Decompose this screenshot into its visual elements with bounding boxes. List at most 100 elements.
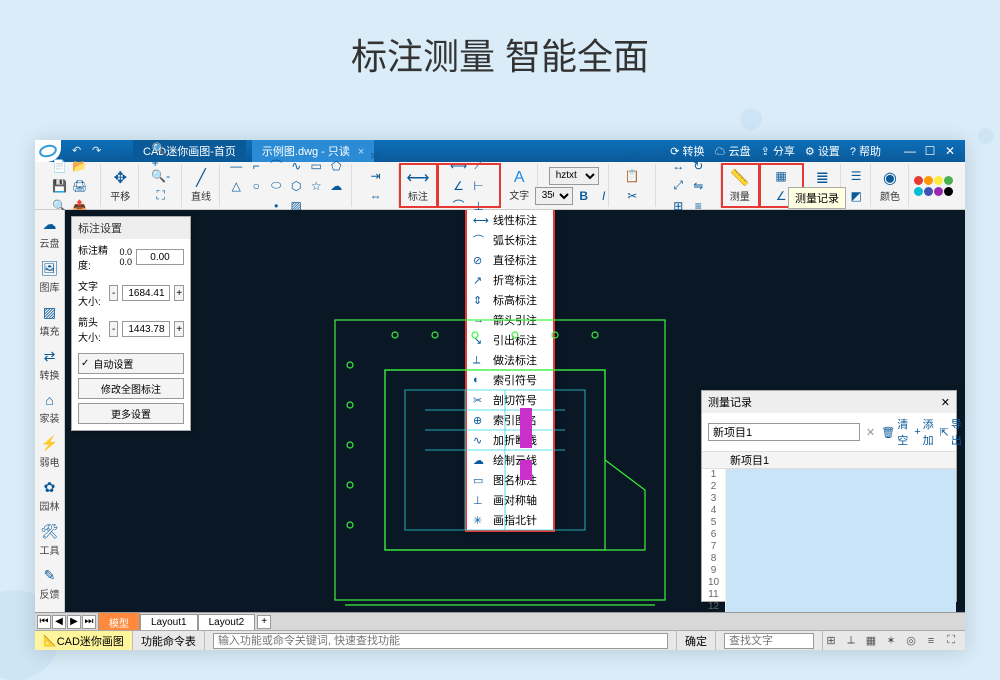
sheet-add-icon[interactable]: + xyxy=(257,615,271,629)
close-button[interactable]: ✕ xyxy=(941,144,959,158)
find-text-input[interactable] xyxy=(724,633,814,649)
arrow-size-dec[interactable]: - xyxy=(109,321,119,337)
sheet-first-icon[interactable]: ⏮ xyxy=(37,615,51,629)
measure-row[interactable]: 7 xyxy=(702,541,956,553)
ok-button[interactable]: 确定 xyxy=(677,631,716,650)
shape-ellipse-icon[interactable]: ⬭ xyxy=(267,177,285,195)
text-size-dec[interactable]: - xyxy=(109,285,119,301)
layer-iso-icon[interactable]: ◩ xyxy=(847,187,865,205)
text-size-input[interactable] xyxy=(122,285,170,301)
print-icon[interactable]: 🖨 xyxy=(71,177,89,195)
arrow-size-inc[interactable]: + xyxy=(174,321,184,337)
export-button[interactable]: ⇱ 导出 xyxy=(940,416,962,448)
dim-aligned-icon[interactable]: ⟋ xyxy=(470,157,488,175)
font-size-select[interactable]: 350 xyxy=(535,187,573,205)
measure-row[interactable]: 10 xyxy=(702,577,956,589)
rail-item-家装[interactable]: ⌂家装 xyxy=(40,392,60,425)
shape-cloud-icon[interactable]: ☁ xyxy=(327,177,345,195)
maximize-button[interactable]: ☐ xyxy=(921,144,939,158)
help-link[interactable]: ? 帮助 xyxy=(850,143,881,159)
precision-input[interactable] xyxy=(136,249,184,265)
measure-row[interactable]: 9 xyxy=(702,565,956,577)
menu-item-标高标注[interactable]: ⇕标高标注 xyxy=(467,290,553,310)
measure-row[interactable]: 3 xyxy=(702,493,956,505)
project-name-input[interactable] xyxy=(708,423,860,441)
measure-row[interactable]: 1 xyxy=(702,469,956,481)
dim-angular-icon[interactable]: ∠ xyxy=(450,177,468,195)
snap-toggle-icon[interactable]: ⊞ xyxy=(823,633,839,649)
rail-item-云盘[interactable]: ☁云盘 xyxy=(40,216,60,250)
close-measure-panel-icon[interactable]: ✕ xyxy=(941,396,950,409)
measure-row[interactable]: 11 xyxy=(702,589,956,601)
new-icon[interactable]: 📄 xyxy=(51,157,69,175)
zoom-in-icon[interactable]: 🔍+ xyxy=(152,147,170,165)
tab-model[interactable]: 模型 xyxy=(98,612,140,632)
auto-settings-button[interactable]: ✓ 自动设置 xyxy=(78,353,184,374)
open-icon[interactable]: 📂 xyxy=(71,157,89,175)
clear-project-icon[interactable]: ✕ xyxy=(866,426,875,439)
rail-item-工具[interactable]: 🛠工具 xyxy=(40,523,60,557)
undo-icon[interactable]: ↶ xyxy=(72,144,86,158)
shape-arc-icon[interactable]: ⌒ xyxy=(267,157,285,175)
dim-linear-icon[interactable]: ⟷ xyxy=(450,157,468,175)
shape-circle-icon[interactable]: ○ xyxy=(247,177,265,195)
rail-item-图库[interactable]: 🖼图库 xyxy=(40,260,60,294)
rail-item-填充[interactable]: ▨填充 xyxy=(40,304,60,338)
modify-all-button[interactable]: 修改全图标注 xyxy=(78,378,184,399)
text-tool[interactable]: A文字 xyxy=(505,165,533,207)
measure-tool[interactable]: 📏测量 xyxy=(726,165,754,207)
add-button[interactable]: + 添加 xyxy=(914,416,933,448)
save-icon[interactable]: 💾 xyxy=(51,177,69,195)
paste-icon[interactable]: 📋 xyxy=(623,167,641,185)
shape-triangle-icon[interactable]: △ xyxy=(227,177,245,195)
rail-item-反馈[interactable]: ✎反馈 xyxy=(40,567,60,601)
cut-icon[interactable]: ✂ xyxy=(623,187,641,205)
mirror-icon[interactable]: ⇋ xyxy=(689,177,707,195)
color-palette-2[interactable] xyxy=(914,187,953,196)
more-settings-button[interactable]: 更多设置 xyxy=(78,403,184,424)
measure-row[interactable]: 12 xyxy=(702,601,956,612)
measure-row[interactable]: 8 xyxy=(702,553,956,565)
sheet-next-icon[interactable]: ▶ xyxy=(67,615,81,629)
menu-item-折弯标注[interactable]: ↗折弯标注 xyxy=(467,270,553,290)
cmd-table-link[interactable]: 功能命令表 xyxy=(133,631,205,650)
cloud-link[interactable]: ☁ 云盘 xyxy=(715,143,751,159)
shape-line-icon[interactable]: — xyxy=(227,157,245,175)
fullscreen-icon[interactable]: ⛶ xyxy=(943,633,959,649)
menu-item-直径标注[interactable]: ⊘直径标注 xyxy=(467,250,553,270)
shape-star-icon[interactable]: ☆ xyxy=(307,177,325,195)
shape-poly-icon[interactable]: ⬠ xyxy=(327,157,345,175)
grid-toggle-icon[interactable]: ▦ xyxy=(863,633,879,649)
lineweight-toggle-icon[interactable]: ≡ xyxy=(923,633,939,649)
color-palette[interactable] xyxy=(914,176,953,185)
dim-continue-icon[interactable]: ⊢ xyxy=(470,177,488,195)
scale-icon[interactable]: ⤢ xyxy=(669,177,687,195)
pan-tool[interactable]: ✥平移 xyxy=(106,165,134,207)
layer-mgr-icon[interactable]: ☰ xyxy=(847,167,865,185)
polar-toggle-icon[interactable]: ✶ xyxy=(883,633,899,649)
minimize-button[interactable]: — xyxy=(901,144,919,158)
measure-dist-icon[interactable]: ⟷ xyxy=(772,147,790,165)
canvas[interactable]: 标注设置 标注精度: 0.00.0 文字大小: - + 箭头大小: - + xyxy=(65,210,965,612)
menu-item-弧长标注[interactable]: ⌒弧长标注 xyxy=(467,230,553,250)
rail-item-转换[interactable]: ⇄转换 xyxy=(40,348,60,382)
shape-polyline-icon[interactable]: ⌐ xyxy=(247,157,265,175)
font-family-select[interactable]: hztxt xyxy=(549,167,599,185)
rail-item-弱电[interactable]: ⚡弱电 xyxy=(40,435,60,469)
offset-icon[interactable]: ⇔ xyxy=(367,187,385,205)
color-tool[interactable]: ◉颜色 xyxy=(876,165,904,207)
annotate-tool[interactable]: ⟷标注 xyxy=(404,165,432,207)
rotate-icon[interactable]: ↻ xyxy=(689,157,707,175)
trim-icon[interactable]: ✂ xyxy=(367,147,385,165)
shape-rect-icon[interactable]: ▭ xyxy=(307,157,325,175)
measure-row[interactable]: 4 xyxy=(702,505,956,517)
clear-button[interactable]: 🗑 清空 xyxy=(881,416,908,448)
shape-polygon-icon[interactable]: ⬡ xyxy=(287,177,305,195)
osnap-toggle-icon[interactable]: ◎ xyxy=(903,633,919,649)
tab-layout1[interactable]: Layout1 xyxy=(140,614,198,630)
shape-spline-icon[interactable]: ∿ xyxy=(287,157,305,175)
zoom-fit-icon[interactable]: ⛶ xyxy=(152,187,170,205)
command-input[interactable] xyxy=(213,633,668,649)
sheet-last-icon[interactable]: ⏭ xyxy=(82,615,96,629)
zoom-out-icon[interactable]: 🔍- xyxy=(152,167,170,185)
